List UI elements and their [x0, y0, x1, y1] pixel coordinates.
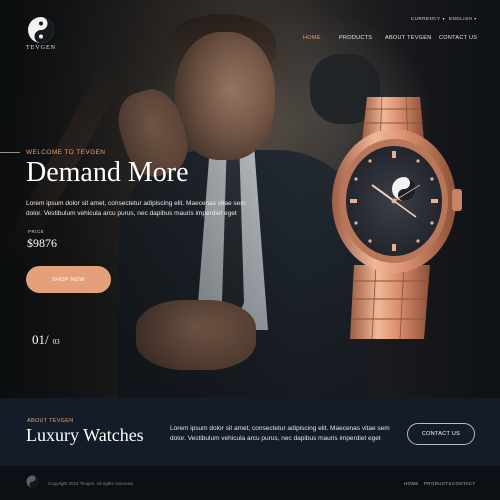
- slide-pager: 01/ 03: [32, 331, 60, 349]
- watch-image: [332, 96, 462, 340]
- footer-link-contact[interactable]: CONTACT: [452, 481, 476, 486]
- brand-name: TEVGEN: [26, 45, 56, 51]
- man-hand-lower: [136, 300, 256, 370]
- man-head: [175, 32, 275, 160]
- contact-us-button[interactable]: CONTACT US: [407, 423, 475, 445]
- chevron-down-icon: ▾: [474, 16, 477, 21]
- pager-total: 03: [52, 338, 60, 346]
- copyright-text: Copyright 2024 Tevgen. All rights reserv…: [48, 481, 134, 486]
- language-select[interactable]: ENGLISH ▾: [449, 16, 477, 21]
- hero-headline: Demand More: [26, 157, 189, 188]
- about-title: Luxury Watches: [26, 425, 144, 445]
- pager-current: 01/: [32, 332, 49, 347]
- shop-now-button[interactable]: SHOP NOW: [26, 266, 111, 293]
- man-tie: [222, 158, 244, 328]
- man-shirt: [196, 140, 268, 330]
- currency-select[interactable]: CURRENCY ▾: [411, 16, 445, 21]
- nav-home[interactable]: HOME: [303, 35, 321, 41]
- language-label: ENGLISH: [449, 16, 473, 21]
- brand-logo-icon[interactable]: [27, 16, 55, 44]
- about-label: ABOUT TEVGEN: [27, 418, 74, 424]
- hero-description: Lorem ipsum dolor sit amet, consectetur …: [26, 200, 246, 217]
- footer-logo-icon[interactable]: [26, 475, 39, 488]
- chevron-down-icon: ▾: [442, 16, 446, 21]
- man-hair: [168, 14, 276, 72]
- nav-contact[interactable]: CONTACT US: [439, 35, 477, 41]
- nav-products[interactable]: PRODUCTS: [339, 35, 372, 41]
- welcome-label: WELCOME TO TEVGEN: [26, 149, 106, 156]
- footer-link-home[interactable]: HOME: [404, 481, 419, 486]
- welcome-divider: [0, 152, 20, 153]
- nav-about[interactable]: ABOUT TEVGEN: [385, 35, 432, 41]
- footer-link-products[interactable]: PRODUCTS: [424, 481, 452, 486]
- price-label: PRICE: [28, 229, 45, 234]
- price-value: $9876: [27, 236, 57, 250]
- about-description: Lorem ipsum dolor sit amet, consectetur …: [170, 425, 390, 442]
- currency-label: CURRENCY: [411, 16, 441, 21]
